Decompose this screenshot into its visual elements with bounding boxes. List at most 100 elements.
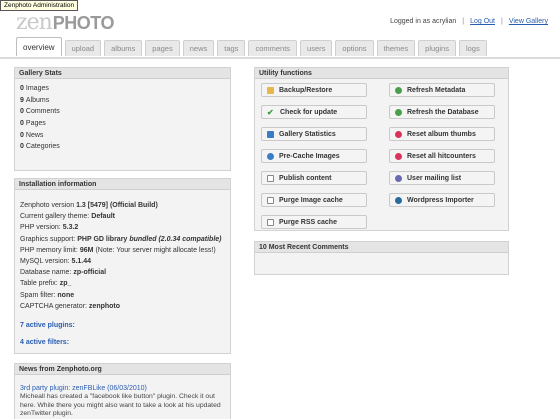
info-label: Database name:: [20, 269, 72, 277]
info-value: 1.3 [5479] (Official Build): [76, 202, 158, 210]
button-label: Publish content: [279, 174, 332, 182]
stat-label: Albums: [25, 96, 50, 104]
tab-comments[interactable]: comments: [248, 40, 298, 56]
precache-images-button[interactable]: Pre-Cache Images: [261, 149, 367, 163]
stat-label: Comments: [25, 108, 60, 116]
info-note: (Note: Your server might allocate less!): [95, 246, 216, 254]
check-update-button[interactable]: ✔ Check for update: [261, 105, 367, 119]
info-row: Zenphoto version 1.3 [5479] (Official Bui…: [20, 200, 225, 211]
refresh-icon: [395, 86, 402, 94]
info-label: CAPTCHA generator:: [20, 302, 87, 310]
tab-plugins[interactable]: plugins: [418, 40, 456, 56]
tab-options[interactable]: options: [335, 40, 374, 56]
reset-hitcounters-button[interactable]: Reset all hitcounters: [389, 149, 495, 163]
separator: |: [462, 18, 465, 25]
info-row: Current gallery theme: Default: [20, 211, 225, 222]
zenphoto-logo[interactable]: zen PHOTO: [16, 10, 114, 35]
active-filters-link[interactable]: 4 active filters:: [20, 337, 225, 348]
tab-logs[interactable]: logs: [458, 40, 487, 56]
news-panel: News from Zenphoto.org 3rd party plugin:…: [14, 363, 231, 419]
tab-tags[interactable]: tags: [217, 40, 246, 56]
info-row: Spam filter: none: [20, 290, 225, 301]
info-row: PHP version: 5.3.2: [20, 222, 225, 233]
purge-rss-cache-button[interactable]: Purge RSS cache: [261, 215, 367, 229]
refresh-metadata-button[interactable]: Refresh Metadata: [389, 83, 495, 97]
info-value: zenphoto: [88, 302, 121, 310]
tab-divider: [0, 57, 560, 59]
info-row: CAPTCHA generator: zenphoto: [20, 301, 225, 312]
stat-news: 0 News: [20, 129, 225, 141]
stat-images: 0 Images: [20, 83, 225, 95]
info-value: 5.1.44: [71, 258, 92, 266]
reset-icon: [395, 152, 402, 160]
info-value: none: [57, 291, 75, 299]
news-title: News from Zenphoto.org: [15, 364, 230, 375]
installation-info-panel: Installation information Zenphoto versio…: [14, 178, 231, 354]
logo-photo-text: PHOTO: [52, 13, 115, 33]
tab-news[interactable]: news: [182, 40, 215, 56]
info-row: Database name: zp-official: [20, 267, 225, 278]
stat-label: Images: [25, 85, 49, 93]
page-icon: [267, 196, 274, 204]
stat-label: Pages: [25, 120, 46, 128]
backup-restore-button[interactable]: Backup/Restore: [261, 83, 367, 97]
gallery-stats-title: Gallery Stats: [15, 68, 230, 79]
publish-content-button[interactable]: Publish content: [261, 171, 367, 185]
info-label: Zenphoto version: [20, 202, 75, 210]
tab-upload[interactable]: upload: [64, 40, 102, 56]
logo-zen-text: zen: [16, 10, 53, 35]
stat-comments: 0 Comments: [20, 106, 225, 118]
info-value: Default: [91, 213, 115, 221]
stat-count: 0: [20, 143, 24, 151]
main-tabs: overview upload albums pages news tags c…: [16, 37, 487, 56]
recent-comments-title: 10 Most Recent Comments: [255, 242, 508, 253]
tab-users[interactable]: users: [300, 40, 333, 56]
tab-pages[interactable]: pages: [145, 40, 180, 56]
recent-comments-panel: 10 Most Recent Comments: [254, 241, 509, 275]
tab-albums[interactable]: albums: [104, 40, 143, 56]
info-label: Graphics support:: [20, 235, 76, 243]
chart-icon: [267, 130, 274, 138]
info-label: PHP version:: [20, 224, 61, 232]
news-item-body: Micheall has created a "facebook like bu…: [20, 393, 221, 418]
view-gallery-link[interactable]: View Gallery: [509, 18, 548, 25]
active-plugins-link[interactable]: 7 active plugins:: [20, 320, 225, 331]
info-label: Table prefix:: [20, 280, 58, 288]
info-value: 96M: [79, 246, 94, 254]
reset-icon: [395, 130, 402, 138]
info-label: Current gallery theme:: [20, 213, 90, 221]
stat-count: 0: [20, 108, 24, 116]
gallery-statistics-button[interactable]: Gallery Statistics: [261, 127, 367, 141]
stat-label: News: [25, 131, 44, 139]
logout-link[interactable]: Log Out: [470, 18, 495, 25]
button-label: Refresh Metadata: [407, 86, 466, 94]
info-row: Graphics support: PHP GD library bundled (…: [20, 234, 225, 245]
user-mailing-list-button[interactable]: User mailing list: [389, 171, 495, 185]
wordpress-icon: [395, 196, 402, 204]
reset-album-thumbs-button[interactable]: Reset album thumbs: [389, 127, 495, 141]
utility-functions-title: Utility functions: [255, 68, 508, 79]
button-label: Refresh the Database: [407, 108, 479, 116]
info-row: MySQL version: 5.1.44: [20, 256, 225, 267]
logged-in-text: Logged in as acrylian: [390, 18, 457, 25]
button-label: Pre-Cache Images: [279, 152, 340, 160]
stat-count: 0: [20, 85, 24, 93]
button-label: Gallery Statistics: [279, 130, 336, 138]
news-item-title[interactable]: 3rd party plugin: zenFBLike: [20, 385, 105, 392]
stat-pages: 0 Pages: [20, 118, 225, 130]
separator: |: [501, 18, 503, 25]
info-value: 5.3.2: [62, 224, 79, 232]
info-label: PHP memory limit:: [20, 246, 78, 254]
refresh-database-button[interactable]: Refresh the Database: [389, 105, 495, 119]
tab-overview[interactable]: overview: [16, 37, 62, 56]
stat-count: 0: [20, 131, 24, 139]
wordpress-importer-button[interactable]: Wordpress Importer: [389, 193, 495, 207]
stat-albums: 9 Albums: [20, 95, 225, 107]
user-bar: Logged in as acrylian | Log Out | View G…: [390, 18, 548, 25]
user-icon: [395, 174, 402, 182]
button-label: Purge RSS cache: [279, 218, 337, 226]
purge-image-cache-button[interactable]: Purge Image cache: [261, 193, 367, 207]
info-row: Table prefix: zp_: [20, 278, 225, 289]
tab-themes[interactable]: themes: [376, 40, 416, 56]
utility-functions-panel: Utility functions Backup/Restore ✔ Check …: [254, 67, 509, 231]
